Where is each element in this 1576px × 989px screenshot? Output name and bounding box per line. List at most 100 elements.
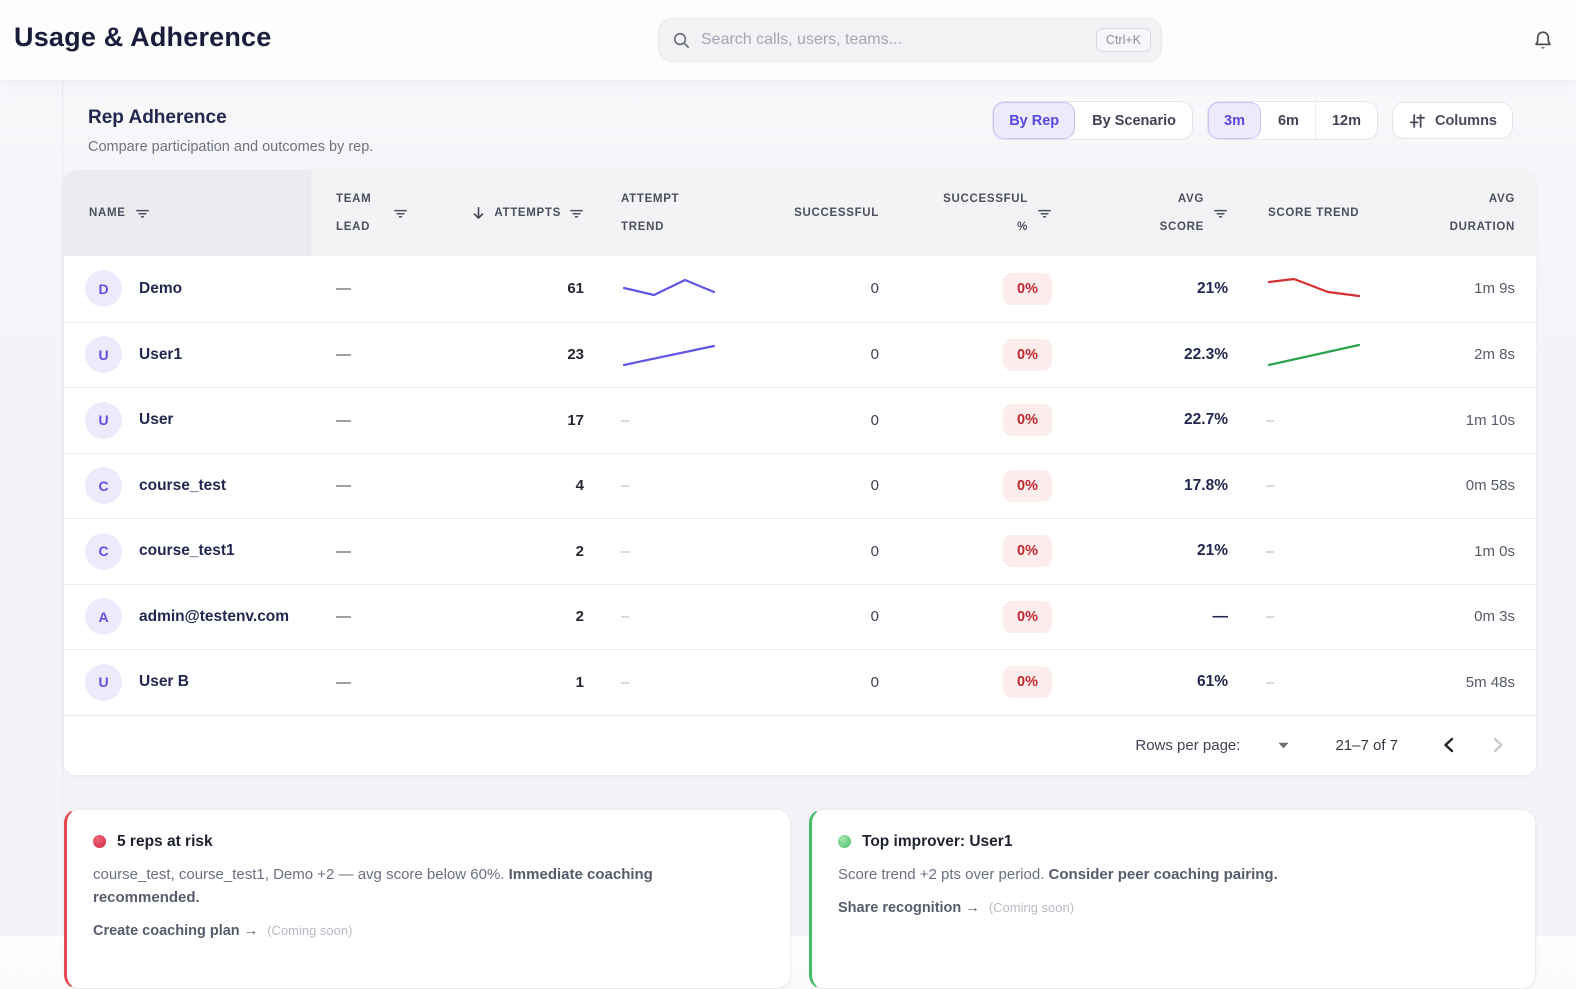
table-row[interactable]: C course_test — 4 – 0 0% 17.8% – 0m 58s — [64, 453, 1536, 519]
section-subtitle: Compare participation and outcomes by re… — [88, 137, 1576, 157]
toggle-range-3m[interactable]: 3m — [1208, 102, 1261, 139]
col-header-attempts: ATTEMPTS — [441, 170, 596, 256]
avatar: C — [85, 467, 122, 504]
table-row[interactable]: A admin@testenv.com — 2 – 0 0% — – 0m 3s — [64, 584, 1536, 650]
top-improver-card: Top improver: User1 Score trend +2 pts o… — [809, 809, 1536, 989]
successful-pct-badge: 0% — [1003, 666, 1052, 698]
column-settings-icon — [1408, 112, 1426, 130]
cell-attempt-trend: – — [596, 543, 761, 560]
filter-icon[interactable] — [1037, 206, 1052, 220]
pagination-range-label: 21–7 of 7 — [1335, 737, 1398, 754]
filter-icon[interactable] — [569, 206, 584, 220]
cell-score-trend: – — [1241, 412, 1381, 429]
rep-adherence-table: NAME TEAM LEAD ATTEMPTS — [64, 170, 1536, 775]
rows-per-page-label: Rows per page: — [1135, 737, 1240, 754]
no-trend-dash: – — [1266, 543, 1274, 560]
avatar: U — [85, 336, 122, 373]
no-trend-dash: – — [1266, 608, 1274, 625]
rep-name: course_test1 — [139, 542, 235, 560]
col-header-team-lead: TEAM LEAD — [311, 170, 441, 256]
rep-name: Demo — [139, 280, 182, 298]
cell-attempt-trend: – — [596, 477, 761, 494]
col-header-score-trend: SCORE TREND — [1241, 170, 1381, 256]
cell-attempts: 61 — [441, 280, 596, 297]
table-row[interactable]: C course_test1 — 2 – 0 0% 21% – 1m 0s — [64, 518, 1536, 584]
successful-pct-badge: 0% — [1003, 404, 1052, 436]
table-row[interactable]: U User B — 1 – 0 0% 61% – 5m 48s — [64, 649, 1536, 715]
filter-icon[interactable] — [135, 206, 150, 220]
columns-button[interactable]: Columns — [1392, 102, 1513, 139]
cell-attempt-trend: – — [596, 412, 761, 429]
cell-team-lead: — — [311, 412, 441, 429]
cell-attempt-trend — [596, 339, 761, 371]
cell-successful: 0 — [761, 280, 891, 297]
cell-successful: 0 — [761, 346, 891, 363]
search-icon — [672, 31, 691, 50]
cell-score-trend — [1241, 273, 1381, 305]
insight-cards: 5 reps at risk course_test, course_test1… — [64, 809, 1536, 989]
trend-sparkline — [1266, 273, 1362, 305]
cell-successful: 0 — [761, 674, 891, 691]
successful-pct-badge: 0% — [1003, 470, 1052, 502]
cell-attempt-trend: – — [596, 674, 761, 691]
cell-attempts: 2 — [441, 543, 596, 560]
rep-name: course_test — [139, 477, 226, 495]
no-trend-dash: – — [1266, 477, 1274, 494]
cell-avg-duration: 1m 9s — [1381, 280, 1536, 297]
range-toggle: 3m 6m 12m — [1207, 101, 1378, 140]
share-recognition-link[interactable]: Share recognition → — [838, 900, 980, 916]
chevron-right-icon — [1493, 737, 1504, 753]
notifications-button[interactable] — [1528, 26, 1558, 56]
toggle-by-scenario[interactable]: By Scenario — [1075, 102, 1192, 139]
cell-team-lead: — — [311, 543, 441, 560]
toggle-by-rep[interactable]: By Rep — [993, 102, 1075, 139]
previous-page-button[interactable] — [1434, 731, 1462, 759]
toggle-range-6m[interactable]: 6m — [1261, 102, 1315, 139]
col-header-successful-pct: SUCCESSFUL % — [891, 170, 1066, 256]
table-row[interactable]: D Demo — 61 0 0% 21% 1m 9s — [64, 256, 1536, 322]
successful-pct-badge: 0% — [1003, 601, 1052, 633]
table-pagination: Rows per page: 21–7 of 7 — [64, 715, 1536, 775]
cell-attempts: 17 — [441, 412, 596, 429]
cell-avg-duration: 1m 0s — [1381, 543, 1536, 560]
cell-avg-duration: 1m 10s — [1381, 412, 1536, 429]
table-header-row: NAME TEAM LEAD ATTEMPTS — [64, 170, 1536, 256]
create-coaching-plan-link[interactable]: Create coaching plan → — [93, 923, 258, 939]
no-trend-dash: – — [621, 412, 629, 429]
col-header-name: NAME — [64, 170, 311, 256]
cell-attempt-trend: – — [596, 608, 761, 625]
cell-successful: 0 — [761, 412, 891, 429]
successful-pct-badge: 0% — [1003, 339, 1052, 371]
rows-per-page-select[interactable] — [1278, 742, 1289, 749]
rep-name: User B — [139, 673, 189, 691]
topbar: Usage & Adherence Ctrl+K — [0, 0, 1576, 80]
page-title: Usage & Adherence — [14, 22, 272, 53]
search-input[interactable] — [701, 31, 1086, 49]
cell-avg-duration: 5m 48s — [1381, 674, 1536, 691]
cell-attempts: 4 — [441, 477, 596, 494]
table-row[interactable]: U User1 — 23 0 0% 22.3% 2m 8s — [64, 322, 1536, 388]
cell-team-lead: — — [311, 477, 441, 494]
cell-successful: 0 — [761, 477, 891, 494]
cell-team-lead: — — [311, 608, 441, 625]
filter-icon[interactable] — [1213, 206, 1228, 220]
filter-icon[interactable] — [393, 206, 408, 220]
cell-avg-score: 21% — [1066, 542, 1241, 560]
successful-pct-badge: 0% — [1003, 273, 1052, 305]
table-toolbar: By Rep By Scenario 3m 6m 12m Columns — [992, 101, 1513, 140]
cell-successful: 0 — [761, 608, 891, 625]
trend-sparkline — [621, 273, 717, 305]
toggle-range-12m[interactable]: 12m — [1315, 102, 1377, 139]
cell-avg-duration: 2m 8s — [1381, 346, 1536, 363]
search-shortcut-badge: Ctrl+K — [1096, 28, 1151, 52]
cell-avg-score: 17.8% — [1066, 477, 1241, 495]
sort-desc-icon[interactable] — [471, 205, 486, 221]
table-body: D Demo — 61 0 0% 21% 1m 9s U User1 — 23 … — [64, 256, 1536, 715]
next-page-button[interactable] — [1484, 731, 1512, 759]
main-panel: Rep Adherence Compare participation and … — [62, 80, 1576, 936]
cell-avg-score: 61% — [1066, 673, 1241, 691]
chevron-left-icon — [1443, 737, 1454, 753]
global-search[interactable]: Ctrl+K — [658, 18, 1162, 62]
table-row[interactable]: U User — 17 – 0 0% 22.7% – 1m 10s — [64, 387, 1536, 453]
avatar: U — [85, 402, 122, 439]
